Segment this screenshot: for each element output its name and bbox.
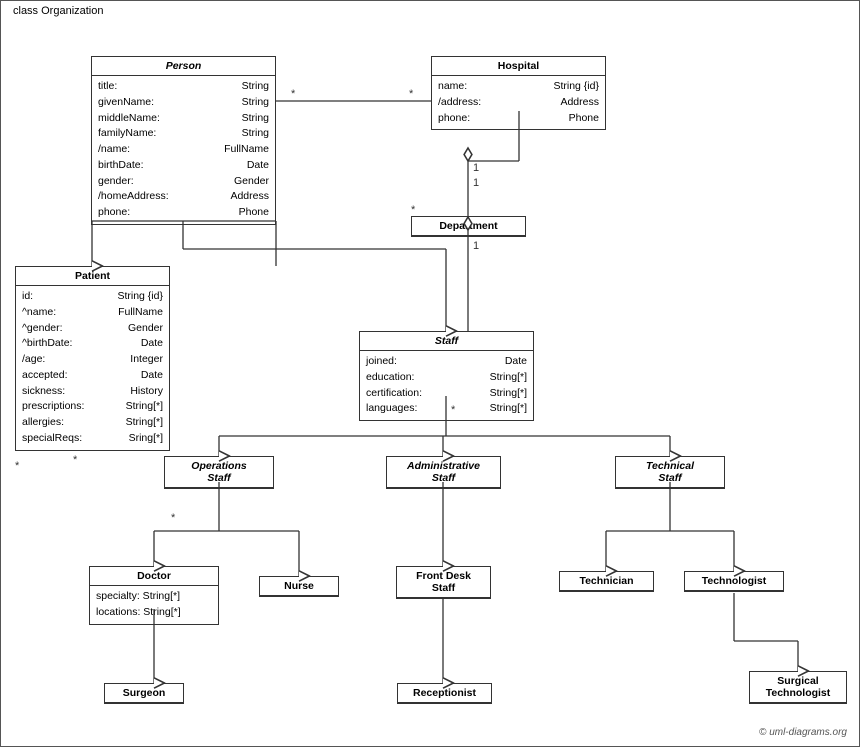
hospital-attrs: name:String {id} /address:Address phone:… (432, 76, 605, 129)
diagram-title: class Organization (9, 5, 108, 17)
class-nurse: Nurse (259, 576, 339, 597)
class-front-desk-staff: Front DeskStaff (396, 566, 491, 599)
department-name: Department (412, 217, 525, 236)
class-doctor: Doctor specialty: String[*] locations: S… (89, 566, 219, 625)
class-receptionist: Receptionist (397, 683, 492, 704)
front-desk-staff-name: Front DeskStaff (397, 567, 490, 598)
svg-text:*: * (73, 454, 78, 466)
class-patient: Patient id:String {id} ^name:FullName ^g… (15, 266, 170, 451)
hospital-name: Hospital (432, 57, 605, 76)
copyright: © uml-diagrams.org (759, 727, 847, 738)
receptionist-name: Receptionist (398, 684, 491, 703)
svg-text:1: 1 (473, 177, 479, 189)
technician-name: Technician (560, 572, 653, 591)
patient-attrs: id:String {id} ^name:FullName ^gender:Ge… (16, 286, 169, 450)
doctor-name: Doctor (90, 567, 218, 586)
svg-text:1: 1 (473, 240, 479, 252)
class-person: Person title:String givenName:String mid… (91, 56, 276, 225)
svg-text:*: * (15, 460, 20, 472)
nurse-name: Nurse (260, 577, 338, 596)
class-technical-staff: TechnicalStaff (615, 456, 725, 489)
class-technician: Technician (559, 571, 654, 592)
operations-staff-name: OperationsStaff (165, 457, 273, 488)
doctor-attrs: specialty: String[*] locations: String[*… (90, 586, 218, 624)
technologist-name: Technologist (685, 572, 783, 591)
staff-name: Staff (360, 332, 533, 351)
class-technologist: Technologist (684, 571, 784, 592)
person-attrs: title:String givenName:String middleName… (92, 76, 275, 224)
diagram-container: class Organization Person title:String g… (0, 0, 860, 747)
svg-text:*: * (409, 88, 414, 100)
class-hospital: Hospital name:String {id} /address:Addre… (431, 56, 606, 130)
staff-attrs: joined:Date education:String[*] certific… (360, 351, 533, 420)
svg-text:*: * (291, 88, 296, 100)
class-surgical-technologist: SurgicalTechnologist (749, 671, 847, 704)
svg-text:*: * (411, 204, 416, 216)
surgeon-name: Surgeon (105, 684, 183, 703)
class-operations-staff: OperationsStaff (164, 456, 274, 489)
class-administrative-staff: AdministrativeStaff (386, 456, 501, 489)
technical-staff-name: TechnicalStaff (616, 457, 724, 488)
person-name: Person (92, 57, 275, 76)
class-staff: Staff joined:Date education:String[*] ce… (359, 331, 534, 421)
administrative-staff-name: AdministrativeStaff (387, 457, 500, 488)
patient-name: Patient (16, 267, 169, 286)
class-department: Department (411, 216, 526, 237)
surgical-technologist-name: SurgicalTechnologist (750, 672, 846, 703)
svg-text:1: 1 (473, 162, 479, 174)
svg-text:*: * (171, 512, 176, 524)
class-surgeon: Surgeon (104, 683, 184, 704)
